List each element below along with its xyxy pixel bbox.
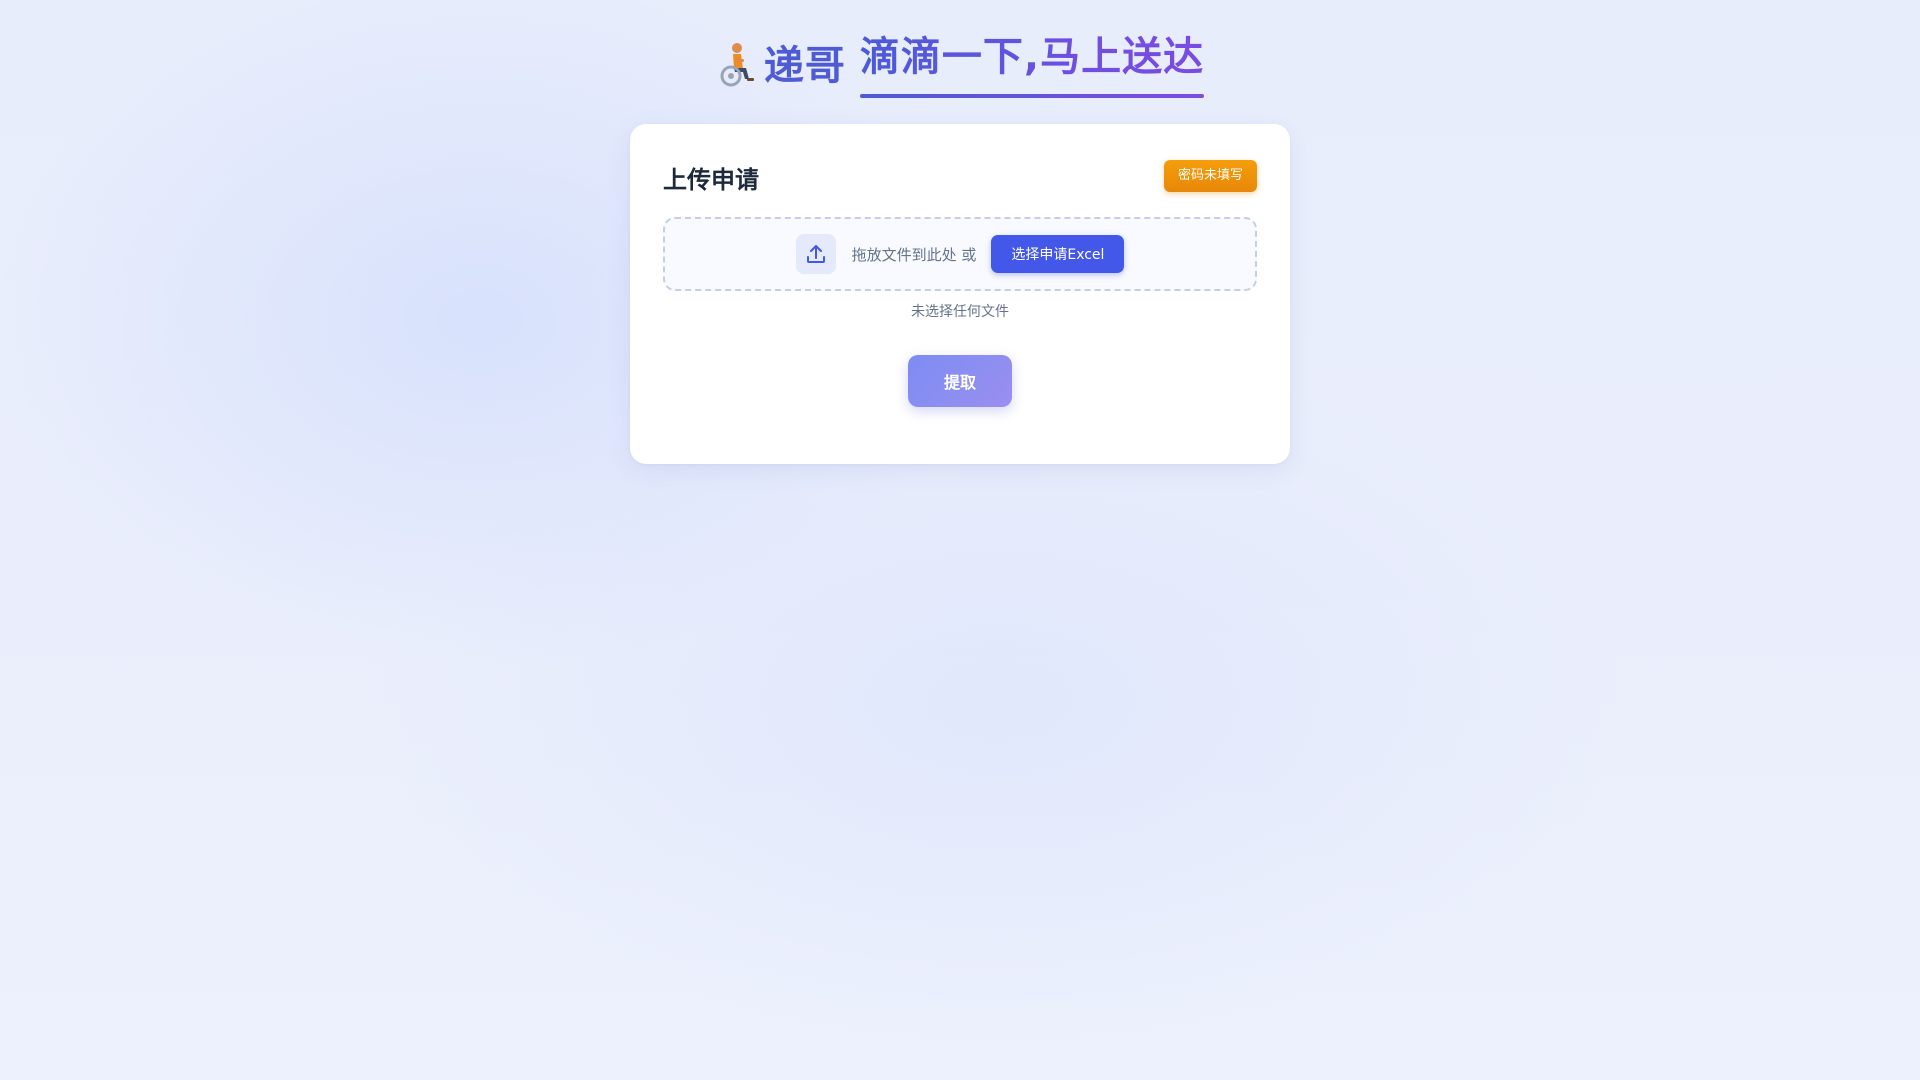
slogan-underline (859, 94, 1205, 98)
brand-name: 递哥 (763, 43, 846, 89)
extract-button[interactable]: 提取 (908, 355, 1012, 407)
upload-icon-box (795, 234, 836, 274)
slogan: 滴滴一下,马上送达 (859, 25, 1205, 99)
upload-card: 上传申请 密码未填写 拖放文件到此处 或 选择申请Excel 未选择任何文件 提… (630, 124, 1290, 464)
header: 递哥 滴滴一下,马上送达 (0, 30, 1920, 110)
person-in-wheelchair-icon (720, 43, 754, 87)
file-status: 未选择任何文件 (911, 304, 1009, 320)
slogan-text: 滴滴一下,马上送达 (860, 25, 1204, 89)
card-title: 上传申请 (663, 166, 759, 194)
brand: 递哥 滴滴一下,马上送达 (716, 30, 1205, 98)
choose-excel-button[interactable]: 选择申请Excel (991, 235, 1125, 273)
password-status-badge: 密码未填写 (1163, 160, 1257, 192)
drop-hint: 拖放文件到此处 或 (851, 245, 977, 264)
file-dropzone[interactable]: 拖放文件到此处 或 选择申请Excel (663, 217, 1257, 291)
upload-icon (806, 245, 825, 263)
